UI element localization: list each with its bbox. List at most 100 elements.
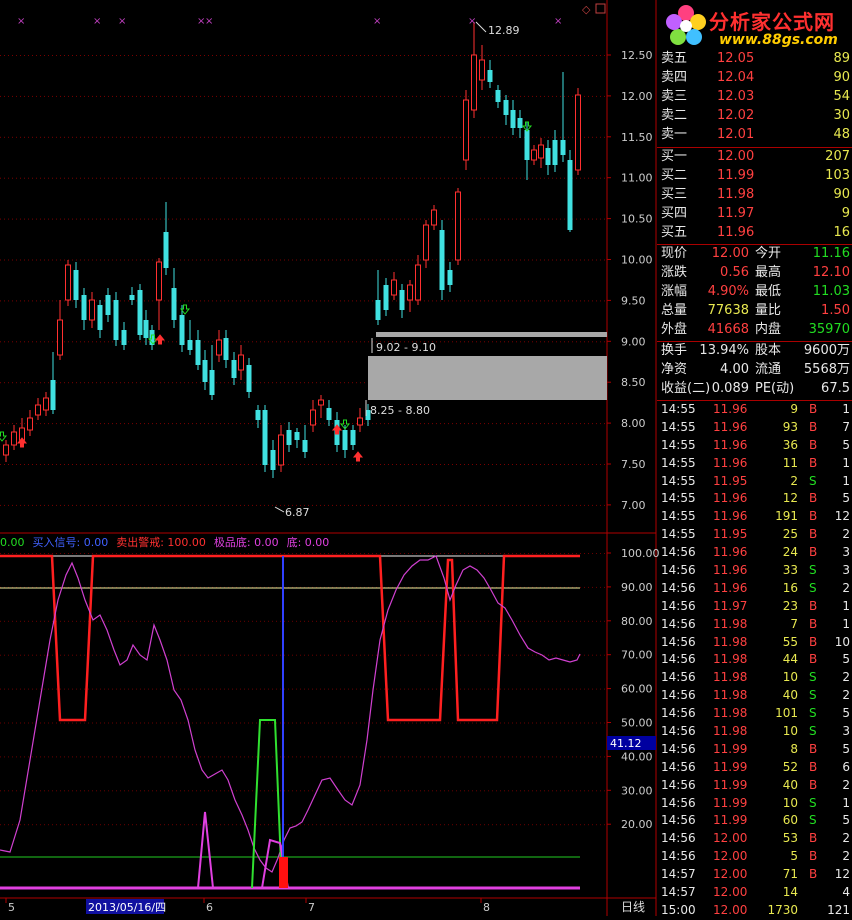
candle-body-up: [357, 417, 363, 426]
candle-body-down: [510, 110, 516, 128]
candle-body-up: [423, 224, 429, 261]
stat-label: 净资: [661, 362, 688, 377]
tick-volume: 44: [782, 652, 798, 667]
tick-side: B: [809, 777, 818, 792]
panel-row: 现价 12.00 今开 11.16: [657, 245, 852, 264]
svg-text:◇: ◇: [582, 3, 591, 16]
tick-list[interactable]: 14:55 11.96 9 B 1 14:55 11.96 93 B 7 14:55 11.96 36 B…: [657, 400, 852, 920]
tick-price: 11.96: [713, 437, 748, 452]
tick-row: 14:56 11.99 52 B 6: [657, 759, 852, 777]
tick-count: 1: [842, 473, 850, 488]
tick-volume: 71: [782, 867, 798, 882]
tick-row: 15:00 12.00 1730 121: [657, 902, 852, 920]
tick-count: 5: [842, 491, 850, 506]
candle-body-up: [238, 354, 244, 371]
candle-body-down: [487, 70, 493, 82]
tick-row: 14:56 11.99 8 B 5: [657, 741, 852, 759]
svg-text:×: ×: [205, 16, 213, 27]
tick-side: B: [809, 867, 818, 882]
tick-volume: 10: [782, 724, 798, 739]
price-tick: 12.00: [621, 90, 653, 103]
tick-price: 11.98: [713, 634, 748, 649]
price-tick: 11.00: [621, 172, 653, 185]
tick-price: 11.99: [713, 795, 748, 810]
stats-panel: 换手 13.94% 股本 9600万 净资 4.00 流通 5568万 收益(二) 0.089 PE…: [657, 341, 852, 399]
high-pointer: [475, 21, 487, 33]
panel-row: 涨幅 4.90% 最低 11.03: [657, 283, 852, 302]
buy-arrow-icon: [331, 424, 343, 435]
tick-volume: 40: [782, 688, 798, 703]
logo-url[interactable]: www.88gs.com: [719, 32, 838, 48]
tick-volume: 25: [782, 527, 798, 542]
candle-body-up: [43, 397, 49, 411]
tick-row: 14:56 11.96 24 B 3: [657, 544, 852, 562]
candle-body-down: [195, 340, 201, 365]
tick-row: 14:56 11.96 16 S 2: [657, 580, 852, 598]
bid-price: 12.00: [717, 149, 755, 164]
candle-body-down: [503, 100, 509, 115]
quote-label: 外盘: [661, 322, 688, 337]
candle-body-down: [187, 340, 193, 350]
tick-side: B: [809, 455, 818, 470]
tick-count: 2: [842, 527, 850, 542]
tick-row: 14:55 11.95 2 S 1: [657, 473, 852, 491]
candle-body-down: [383, 285, 389, 310]
support-zone: [368, 356, 607, 400]
candle-body-down: [439, 230, 445, 290]
quote-value: 12.00: [711, 246, 749, 261]
tick-count: 5: [842, 813, 850, 828]
candle-body-down: [73, 270, 79, 300]
tick-volume: 55: [782, 634, 798, 649]
candle-body-down: [255, 410, 261, 420]
tick-side: B: [809, 634, 818, 649]
candle-body-up: [463, 99, 469, 161]
tick-volume: 2: [790, 473, 798, 488]
candle-body-down: [179, 315, 185, 345]
tick-price: 11.95: [713, 527, 748, 542]
panel-row: 外盘 41668 内盘 35970: [657, 321, 852, 340]
tick-side: S: [809, 706, 817, 721]
tick-count: 5: [842, 706, 850, 721]
panel-row: 买二 11.99 103: [657, 167, 852, 186]
low-pointer: [274, 506, 285, 513]
candle-body-up: [407, 284, 413, 301]
tick-time: 14:56: [661, 831, 696, 846]
tick-price: 12.00: [713, 902, 748, 917]
candle-body-down: [524, 130, 530, 160]
quote-label: 涨跌: [661, 265, 688, 280]
tick-count: 3: [842, 724, 850, 739]
indicator-axis: 100.00 90.00 80.00 70.00 60.00 50.00 40.00 30.0…: [0, 547, 660, 831]
tick-time: 14:56: [661, 724, 696, 739]
date-tick: 8: [483, 901, 490, 914]
quote-panel: 现价 12.00 今开 11.16 涨跌 0.56 最高 12.10 涨幅 4.90% 最低 11.0…: [657, 244, 852, 340]
tick-count: 6: [842, 759, 850, 774]
tick-time: 14:55: [661, 419, 696, 434]
tick-count: 10: [834, 634, 850, 649]
tick-count: 12: [834, 867, 850, 882]
tick-side: S: [809, 813, 817, 828]
tick-row: 14:55 11.96 11 B 1: [657, 455, 852, 473]
tick-time: 14:56: [661, 795, 696, 810]
tick-price: 11.96: [713, 545, 748, 560]
bid-price: 11.96: [717, 225, 755, 240]
zone-label-top: 9.02 - 9.10: [376, 341, 436, 354]
svg-text:×: ×: [554, 16, 562, 27]
period-label[interactable]: 日线: [621, 900, 645, 914]
quote-value: 1.50: [821, 303, 850, 318]
candle-body-down: [326, 408, 332, 420]
tick-price: 11.98: [713, 670, 748, 685]
stat-value: 4.00: [720, 362, 749, 377]
tick-volume: 24: [782, 545, 798, 560]
svg-text:×: ×: [118, 16, 126, 27]
price-axis: 12.50 12.00 11.50 11.00 10.50 10.00 9.50 9.00 8.…: [607, 49, 653, 512]
price-tick: 10.00: [621, 254, 653, 267]
tick-side: B: [809, 527, 818, 542]
svg-text:×: ×: [373, 16, 381, 27]
window-controls[interactable]: ◇: [582, 3, 606, 16]
tick-price: 11.96: [713, 455, 748, 470]
tick-row: 14:56 11.99 40 B 2: [657, 777, 852, 795]
tick-row: 14:56 12.00 53 B 2: [657, 830, 852, 848]
candle-body-down: [231, 360, 237, 378]
low-label: 6.87: [285, 506, 310, 519]
bid-volume: 9: [841, 206, 850, 221]
